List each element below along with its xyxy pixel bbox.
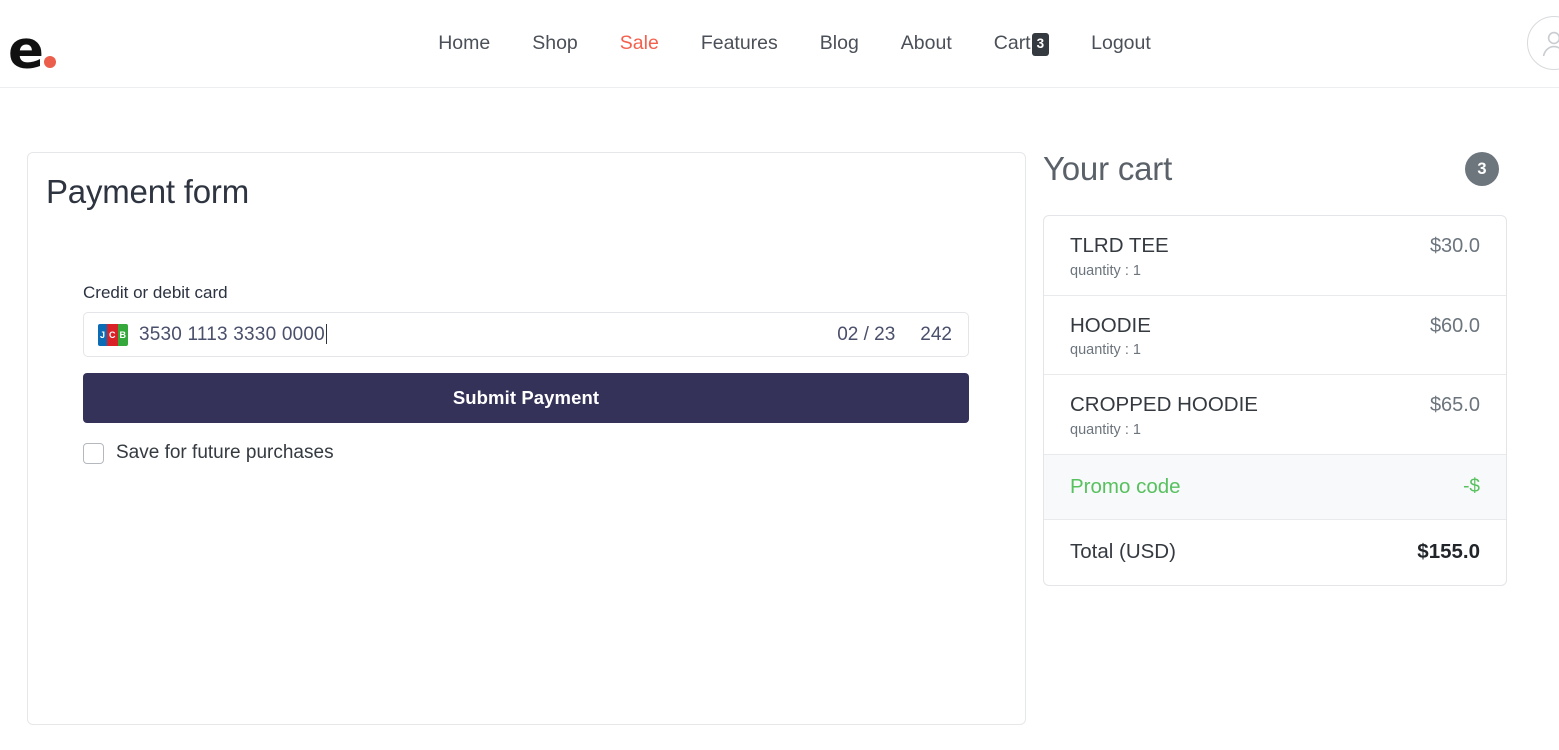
cart-item-price: $60.0 (1429, 314, 1480, 337)
card-number-input[interactable]: 3530 1113 3330 0000 (139, 323, 837, 346)
cart-item-name: HOODIE (1070, 313, 1151, 337)
cart-list-item: HOODIE quantity : 1 $60.0 (1044, 296, 1506, 376)
submit-payment-button[interactable]: Submit Payment (83, 373, 969, 423)
page-body: Payment form Credit or debit card J C B … (0, 88, 1559, 750)
card-cvc-input[interactable]: 242 (920, 324, 952, 346)
save-card-row: Save for future purchases (83, 442, 969, 464)
nav-item-cart[interactable]: Cart 3 (973, 32, 1070, 56)
nav-item-cart-label: Cart (993, 32, 1031, 54)
page-title: Payment form (46, 173, 249, 210)
cart-item-price: $30.0 (1429, 235, 1480, 257)
cart-list-item: CROPPED HOODIE quantity : 1 $65.0 (1044, 375, 1506, 455)
nav-item-shop[interactable]: Shop (511, 32, 599, 55)
cart-item-count-badge: 3 (1465, 152, 1499, 186)
cart-item-info: CROPPED HOODIE quantity : 1 (1070, 392, 1258, 438)
payment-form: Credit or debit card J C B 3530 1113 333… (83, 283, 969, 464)
main-navigation: Home Shop Sale Features Blog About Cart … (387, 32, 1172, 56)
brand-letter: e (8, 20, 44, 81)
cart-item-info: TLRD TEE quantity : 1 (1070, 233, 1169, 279)
nav-item-sale[interactable]: Sale (599, 32, 680, 55)
cart-item-price: $65.0 (1429, 394, 1480, 417)
jcb-letter-b: B (117, 323, 128, 346)
site-header: e Home Shop Sale Features Blog About Car… (0, 0, 1559, 88)
card-expiry-input[interactable]: 02 / 23 (837, 324, 895, 346)
cart-item-quantity: quantity : 1 (1070, 262, 1141, 279)
cart-item-name: CROPPED HOODIE (1070, 393, 1258, 417)
jcb-letter-c: C (107, 323, 118, 346)
cart-item-quantity: quantity : 1 (1070, 342, 1141, 359)
nav-item-home[interactable]: Home (417, 32, 511, 55)
user-circle-icon[interactable] (1527, 16, 1559, 70)
payment-form-card: Payment form Credit or debit card J C B … (27, 152, 1026, 725)
cart-item-info: HOODIE quantity : 1 (1070, 313, 1151, 359)
cart-list-item: TLRD TEE quantity : 1 $30.0 (1044, 216, 1506, 296)
brand-logo[interactable]: e (8, 16, 56, 81)
cart-item-list: TLRD TEE quantity : 1 $30.0 HOODIE quant… (1043, 215, 1507, 586)
cart-total-label: Total (USD) (1070, 539, 1176, 563)
jcb-card-icon: J C B (98, 323, 128, 346)
cart-item-quantity: quantity : 1 (1070, 421, 1141, 438)
card-input-group[interactable]: J C B 3530 1113 3330 0000 02 / 23 242 (83, 312, 969, 357)
nav-item-features[interactable]: Features (680, 32, 799, 55)
promo-code-row[interactable]: Promo code -$ (1044, 454, 1506, 520)
save-for-future-checkbox[interactable] (83, 442, 104, 464)
cart-item-name: TLRD TEE (1070, 234, 1169, 257)
nav-item-blog[interactable]: Blog (799, 32, 880, 55)
nav-item-about[interactable]: About (880, 32, 973, 55)
cart-total-value: $155.0 (1417, 539, 1480, 563)
save-for-future-label[interactable]: Save for future purchases (116, 442, 334, 464)
cart-header: Your cart 3 (1043, 144, 1507, 194)
cart-total-row: Total (USD) $155.0 (1044, 520, 1506, 585)
cart-count-badge: 3 (1031, 33, 1050, 56)
promo-code-label: Promo code (1070, 474, 1181, 498)
cart-title: Your cart (1043, 150, 1173, 187)
brand-dot-icon (43, 56, 56, 68)
card-field-label: Credit or debit card (83, 283, 228, 302)
card-number-value: 3530 1113 3330 0000 (139, 323, 325, 345)
nav-item-logout[interactable]: Logout (1070, 32, 1172, 55)
promo-code-value: -$ (1463, 475, 1480, 497)
cart-panel: Your cart 3 TLRD TEE quantity : 1 $30.0 … (1043, 144, 1507, 586)
text-caret (325, 323, 327, 344)
jcb-letter-j: J (98, 323, 108, 346)
